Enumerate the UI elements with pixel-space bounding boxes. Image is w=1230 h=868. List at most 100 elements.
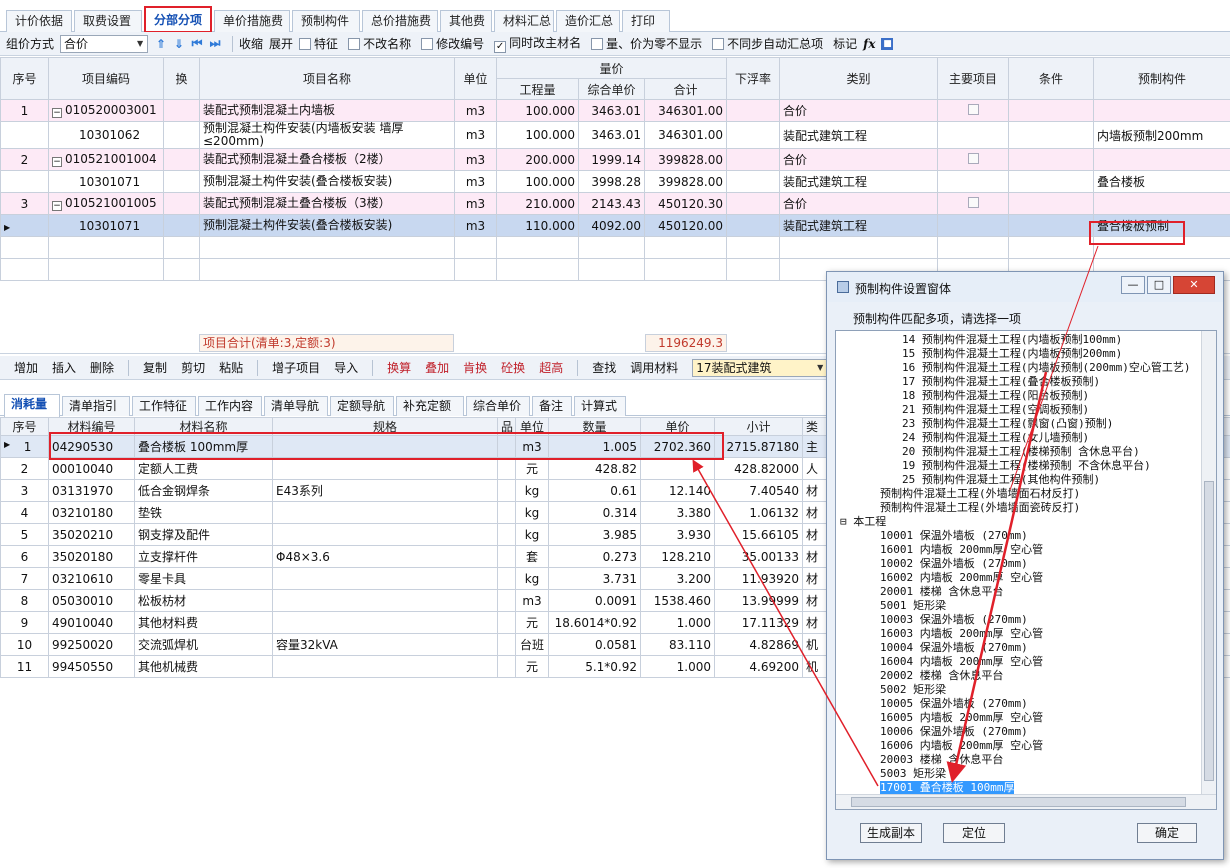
- cell-total[interactable]: 399828.00: [643, 148, 728, 171]
- cell-qty[interactable]: 3.731: [548, 567, 641, 590]
- cell-prefab[interactable]: [1093, 148, 1230, 171]
- cell-unit[interactable]: 套: [515, 545, 549, 568]
- cell-seq[interactable]: 2: [0, 457, 49, 480]
- cell-unit[interactable]: 元: [515, 611, 549, 634]
- top-tab[interactable]: 造价汇总: [556, 10, 620, 32]
- cell-name[interactable]: 预制混凝土构件安装(叠合楼板安装): [199, 214, 455, 237]
- checkbox-icon[interactable]: [712, 38, 725, 50]
- close-icon[interactable]: ✕: [1173, 276, 1215, 294]
- cell-price[interactable]: 1.000: [640, 655, 715, 678]
- tree-node[interactable]: 23 预制构件混凝土工程(飘窗(凸窗)预制): [902, 417, 1113, 431]
- cell-price[interactable]: 1.000: [640, 611, 715, 634]
- cell-empty[interactable]: [496, 236, 579, 259]
- cell-code[interactable]: −010521001005: [48, 192, 164, 215]
- cell-name[interactable]: 定额人工费: [134, 457, 273, 480]
- toolbar-button[interactable]: 增加: [14, 359, 38, 376]
- cell-total[interactable]: 450120.00: [643, 214, 728, 237]
- cell-empty[interactable]: [1008, 148, 1095, 171]
- cell-main-item[interactable]: [937, 214, 1010, 237]
- cell-empty[interactable]: [497, 611, 516, 634]
- cell-empty[interactable]: [497, 545, 516, 568]
- cell-empty[interactable]: [1008, 170, 1095, 193]
- cell-subtotal[interactable]: 35.00133: [714, 545, 803, 568]
- cell-subtotal[interactable]: 13.99999: [714, 589, 803, 612]
- checkbox-icon[interactable]: [421, 38, 434, 50]
- cell-price[interactable]: 3.930: [640, 523, 715, 546]
- cell-empty[interactable]: [163, 99, 200, 122]
- cell-price[interactable]: 4092.00: [578, 214, 645, 237]
- tree-node[interactable]: 16 预制构件混凝土工程(内墙板预制(200mm)空心管工艺): [902, 361, 1190, 375]
- cell-spec[interactable]: [272, 501, 498, 524]
- cell-name[interactable]: 钢支撑及配件: [134, 523, 273, 546]
- top-tab[interactable]: 打印: [622, 10, 670, 32]
- minimize-icon[interactable]: —: [1121, 276, 1145, 294]
- cell-code[interactable]: 04290530: [48, 435, 135, 458]
- cell-price[interactable]: 3463.01: [578, 121, 645, 149]
- tree-node[interactable]: 16002 内墙板 200mm厚 空心管: [880, 571, 1043, 585]
- cell-subtotal[interactable]: 2715.87180: [714, 435, 803, 458]
- confirm-button[interactable]: 确定: [1137, 823, 1197, 843]
- toolbar-button[interactable]: 叠加: [425, 359, 449, 376]
- toolbar-button[interactable]: 增子项目: [272, 359, 320, 376]
- top-tab[interactable]: 计价依据: [6, 10, 72, 32]
- cell-spec[interactable]: [272, 655, 498, 678]
- cell-empty[interactable]: [48, 236, 164, 259]
- arrow-down-icon[interactable]: ⇓: [172, 37, 186, 51]
- cell-empty[interactable]: [1008, 214, 1095, 237]
- bottom-tab[interactable]: 清单指引: [62, 396, 130, 416]
- collapse-node-icon[interactable]: −: [52, 157, 62, 167]
- cell-empty[interactable]: [1093, 236, 1230, 259]
- tree-node[interactable]: 17 预制构件混凝土工程(叠合楼板预制): [902, 375, 1100, 389]
- option-checkbox[interactable]: 特征: [299, 35, 338, 52]
- checkbox-icon[interactable]: [591, 38, 604, 50]
- maximize-icon[interactable]: □: [1147, 276, 1171, 294]
- top-tab[interactable]: 单价措施费: [214, 10, 290, 32]
- cell-price[interactable]: [640, 457, 715, 480]
- checkbox-icon[interactable]: [299, 38, 312, 50]
- cell-spec[interactable]: [272, 611, 498, 634]
- cell-code[interactable]: 00010040: [48, 457, 135, 480]
- cell-category[interactable]: 装配式建筑工程: [779, 170, 939, 193]
- cell-code[interactable]: 10301071: [48, 214, 164, 237]
- cell-seq[interactable]: 3: [0, 479, 49, 502]
- cell-subtotal[interactable]: 4.69200: [714, 655, 803, 678]
- cell-empty[interactable]: [163, 148, 200, 171]
- checkbox-icon[interactable]: [967, 152, 979, 164]
- cell-code[interactable]: 10301062: [48, 121, 164, 149]
- group-method-select[interactable]: 合价 ▼: [60, 34, 149, 53]
- tree-node[interactable]: 24 预制构件混凝土工程(女儿墙预制): [902, 431, 1089, 445]
- tree-node[interactable]: 18 预制构件混凝土工程(阳台板预制): [902, 389, 1089, 403]
- cell-empty[interactable]: [726, 192, 781, 215]
- cell-name[interactable]: 交流弧焊机: [134, 633, 273, 656]
- bottom-tab[interactable]: 综合单价: [466, 396, 530, 416]
- cell-empty[interactable]: [726, 214, 781, 237]
- cell-subtotal[interactable]: 11.93920: [714, 567, 803, 590]
- cell-empty[interactable]: [163, 236, 200, 259]
- cell-empty[interactable]: [497, 479, 516, 502]
- cell-empty[interactable]: [643, 258, 728, 281]
- cell-seq[interactable]: ▶: [0, 214, 49, 237]
- cell-price[interactable]: 2143.43: [578, 192, 645, 215]
- cell-name[interactable]: 其他机械费: [134, 655, 273, 678]
- cell-code[interactable]: 99450550: [48, 655, 135, 678]
- cell-unit[interactable]: kg: [515, 479, 549, 502]
- cell-code[interactable]: 35020210: [48, 523, 135, 546]
- cell-empty[interactable]: [779, 236, 939, 259]
- cell-qty[interactable]: 5.1*0.92: [548, 655, 641, 678]
- cell-empty[interactable]: [726, 99, 781, 122]
- cell-seq[interactable]: 6: [0, 545, 49, 568]
- cell-subtotal[interactable]: 4.82869: [714, 633, 803, 656]
- tree-node[interactable]: 19 预制构件混凝土工程(楼梯预制 不含休息平台): [902, 459, 1151, 473]
- cell-empty[interactable]: [163, 192, 200, 215]
- cell-empty[interactable]: [0, 236, 49, 259]
- tree-node[interactable]: 10001 保温外墙板 (270mm): [880, 529, 1028, 543]
- toolbar-button[interactable]: 剪切: [181, 359, 205, 376]
- cell-unit[interactable]: m3: [454, 192, 497, 215]
- formula-button[interactable]: fx: [863, 37, 875, 51]
- cell-main-item[interactable]: [937, 121, 1010, 149]
- cell-subtotal[interactable]: 428.82000: [714, 457, 803, 480]
- cell-spec[interactable]: Φ48×3.6: [272, 545, 498, 568]
- toolbar-button[interactable]: 粘贴: [219, 359, 243, 376]
- top-tab[interactable]: 取费设置: [74, 10, 142, 32]
- cell-spec[interactable]: [272, 567, 498, 590]
